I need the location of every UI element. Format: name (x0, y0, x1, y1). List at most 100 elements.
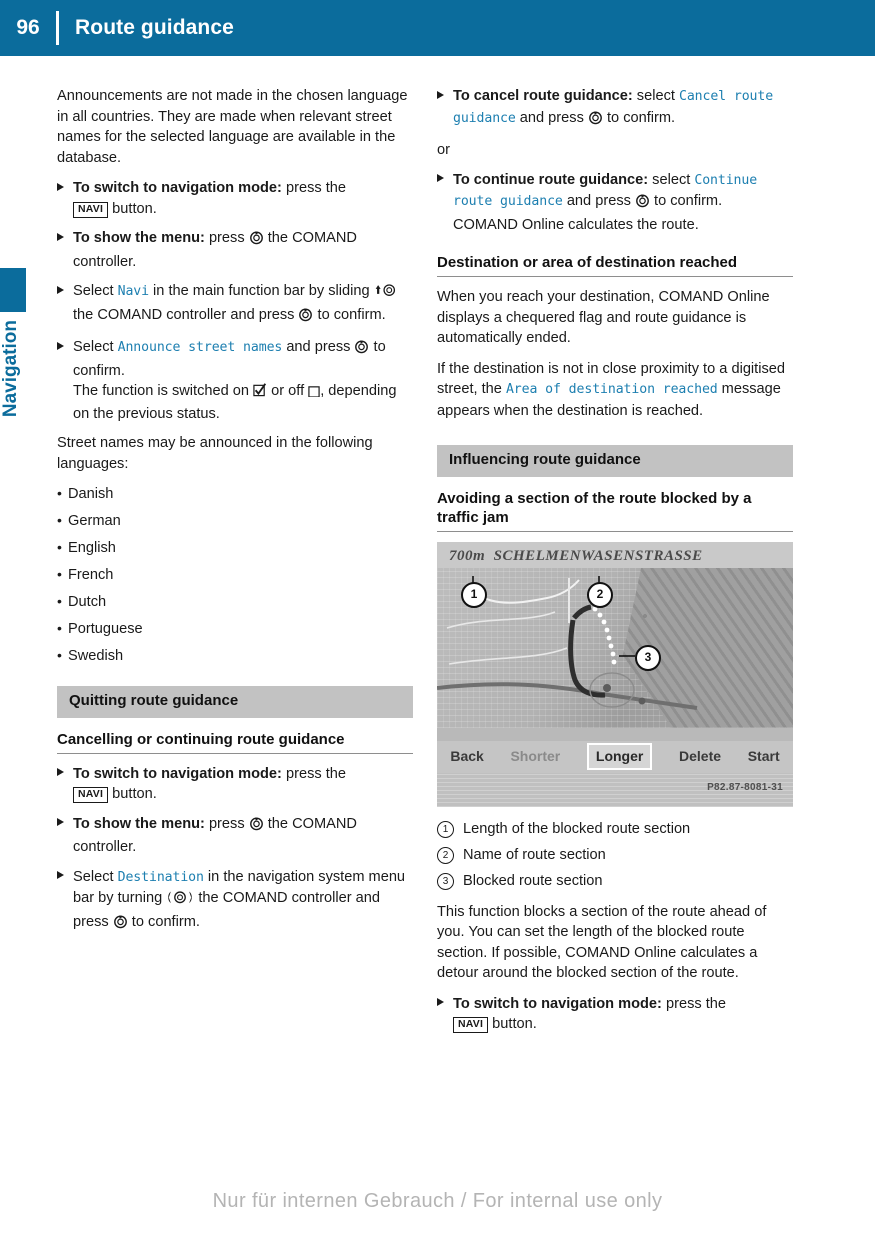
step-show-menu: To show the menu: press the COMAND contr… (57, 228, 413, 272)
languages-intro: Street names may be announced in the fol… (57, 435, 373, 472)
step-note: COMAND Online calculates the route. (453, 216, 699, 233)
step-text: press the (281, 765, 347, 782)
step-note: The function is switched on or off , dep… (73, 381, 413, 424)
header-divider (56, 11, 59, 45)
step-announce-street-names: Select Announce street names and press t… (57, 337, 413, 424)
step-lead: Select (73, 283, 118, 299)
screen-text-navi: Navi (117, 284, 149, 299)
figure-distance: 700m (449, 547, 486, 564)
legend-number: 1 (437, 820, 454, 838)
figure-button-longer[interactable]: Longer (586, 743, 653, 770)
step-select-navi: Select Navi in the main function bar by … (57, 281, 413, 328)
right-column: To cancel route guidance: select Cancel … (437, 86, 793, 1044)
figure-button-delete[interactable]: Delete (679, 746, 721, 767)
step-triangle-icon (437, 174, 444, 182)
step-text-tail: button. (108, 200, 157, 217)
page-title: Route guidance (75, 16, 234, 39)
heading-rule (437, 530, 793, 532)
step-tail: to confirm. (602, 109, 676, 126)
figure-legend: 1 Length of the blocked route section 2 Na… (437, 819, 793, 892)
step-triangle-icon (57, 182, 64, 191)
list-item: Swedish (57, 645, 413, 666)
step-text: press (204, 815, 249, 832)
step-triangle-icon (57, 818, 64, 826)
step-mid: and press (562, 193, 635, 209)
step-triangle-icon (57, 232, 64, 241)
heading-rule (437, 276, 793, 277)
step-text-tail: button. (108, 786, 157, 802)
step-show-menu-2: To show the menu: press the COMAND contr… (57, 814, 413, 858)
step-text: press the (661, 995, 727, 1012)
navi-key-icon[interactable]: NAVI (453, 1017, 489, 1033)
step-mid: in the main function bar by sliding (148, 283, 374, 299)
navi-key-icon[interactable]: NAVI (73, 787, 109, 803)
list-item: Danish (57, 483, 413, 504)
sub-heading-destination-reached: Destination or area of destination reach… (437, 254, 738, 271)
step-label: To switch to navigation mode: (73, 180, 282, 196)
figure-callout-2: 2 (587, 581, 613, 608)
sub-heading-avoiding-section: Avoiding a section of the route blocked … (437, 489, 752, 526)
step-text: press (204, 230, 249, 246)
or-connector: or (437, 142, 450, 158)
step-triangle-icon (57, 871, 64, 879)
list-item: Dutch (57, 591, 413, 612)
figure-callout-1: 1 (461, 581, 487, 608)
sub-heading-cancelling-or-continuing: Cancelling or continuing route guidance (57, 730, 345, 748)
press-controller-icon (354, 339, 369, 361)
checkbox-checked-icon (253, 383, 267, 404)
step-tail: to confirm. (649, 193, 723, 209)
figure-street-name: SCHELMENWASENSTRASSE (493, 547, 703, 564)
screen-text-area-of-destination-reached: Area of destination reached (505, 382, 718, 397)
note-part-a: The function is switched on (73, 383, 254, 399)
figure-button-bar: Back Shorter Longer Delete Start (437, 740, 793, 773)
figure-callout-3: 3 (635, 644, 661, 671)
step-switch-navigation-mode-3: To switch to navigation mode: press the … (437, 994, 793, 1035)
destination-paragraph-1: When you reach your destination, COMAND … (437, 289, 770, 346)
step-text: select (632, 88, 679, 104)
list-item: English (57, 537, 413, 558)
figure-reference-code: P82.87-8081-31 (707, 782, 783, 793)
screen-text-destination: Destination (117, 869, 204, 885)
step-switch-navigation-mode: To switch to navigation mode: press the … (57, 178, 413, 219)
step-text: select (648, 171, 695, 188)
list-item: 1 Length of the blocked route section (437, 819, 793, 840)
step-continue-route-guidance: To continue route guidance: select Conti… (437, 170, 793, 236)
press-controller-icon (588, 110, 603, 132)
step-label: To switch to navigation mode: (73, 765, 282, 782)
figure-button-start[interactable]: Start (748, 746, 780, 767)
heading-rule (57, 752, 413, 754)
step-label: To continue route guidance: (453, 171, 649, 188)
step-tail: to confirm. (313, 306, 386, 323)
list-item: French (57, 564, 413, 585)
language-list: Danish German English French Dutch Portu… (57, 483, 413, 666)
press-controller-icon (635, 193, 650, 215)
press-controller-icon (113, 914, 128, 936)
step-mid: and press (282, 339, 355, 355)
destination-paragraph-2: If the destination is not in close proxi… (437, 359, 793, 422)
press-controller-icon (249, 230, 264, 252)
step-cancel-route-guidance: To cancel route guidance: select Cancel … (437, 86, 793, 131)
screen-text-announce-street-names: Announce street names (117, 340, 283, 355)
legend-number: 2 (437, 846, 454, 864)
step-text-tail: button. (488, 1016, 537, 1032)
press-controller-icon (249, 816, 264, 838)
list-item: German (57, 510, 413, 531)
step-text: press the (281, 180, 347, 196)
step-label: To cancel route guidance: (453, 88, 633, 104)
intro-paragraph: Announcements are not made in the chosen… (57, 88, 408, 166)
figure-button-back[interactable]: Back (450, 746, 483, 767)
navi-key-icon[interactable]: NAVI (73, 201, 109, 218)
step-mid: and press (515, 109, 588, 126)
list-item: 2 Name of route section (437, 845, 793, 866)
step-label: To show the menu: (73, 815, 205, 832)
step-triangle-icon (437, 90, 444, 99)
step-tail: to confirm. (127, 913, 200, 930)
list-item: Portuguese (57, 618, 413, 639)
section-heading-influencing-route-guidance: Influencing route guidance (437, 445, 793, 477)
step-label: To show the menu: (73, 230, 205, 246)
step-triangle-icon (57, 341, 64, 350)
legend-text: Length of the blocked route section (463, 820, 691, 837)
figure-button-shorter[interactable]: Shorter (510, 746, 560, 767)
figure-status-text: 700m SCHELMENWASENSTRASSE (449, 546, 703, 567)
step-triangle-icon (437, 998, 444, 1006)
